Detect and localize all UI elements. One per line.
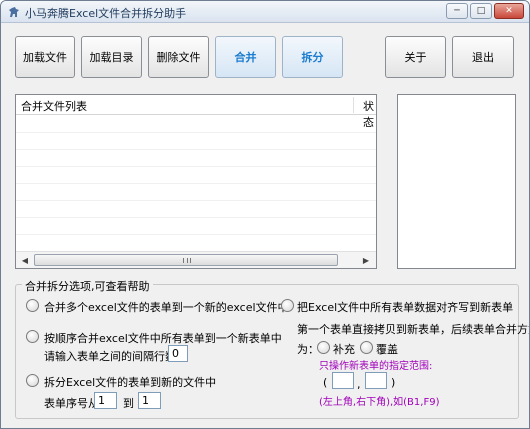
minimize-button[interactable]: ─	[446, 3, 468, 19]
row-gridline	[16, 234, 376, 235]
horizontal-scrollbar[interactable]: ◀ ▶	[16, 251, 376, 268]
range-hint: 只操作新表单的指定范围:	[319, 361, 433, 372]
gap-rows-label: 请输入表单之间的间隔行数	[44, 350, 176, 363]
sheet-to-input[interactable]: 1	[138, 392, 161, 409]
about-button[interactable]: 关于	[385, 36, 446, 78]
app-horse-icon	[9, 7, 19, 17]
sheet-from-input[interactable]: 1	[94, 392, 117, 409]
option-merge-to-file-label[interactable]: 合并多个excel文件的表单到一个新的excel文件中	[44, 299, 289, 315]
window-title: 小马奔腾Excel文件合并拆分助手	[25, 7, 187, 20]
range-close-paren: )	[391, 376, 396, 389]
sheet-from-label: 表单序号从	[44, 397, 99, 410]
split-button[interactable]: 拆分	[282, 36, 343, 78]
main-window: 小马奔腾Excel文件合并拆分助手 ─ □ ✕ 加载文件 加载目录 删除文件 合…	[0, 0, 530, 429]
row-gridline	[16, 217, 376, 218]
row-gridline	[16, 166, 376, 167]
option-split-radio[interactable]	[26, 374, 39, 387]
options-group-title: 合并拆分选项,可查看帮助	[22, 278, 153, 294]
column-header-filename[interactable]: 合并文件列表	[21, 98, 87, 114]
mode-overwrite-label[interactable]: 覆盖	[376, 341, 398, 357]
range-end-input[interactable]	[365, 372, 387, 389]
option-merge-sequential-radio[interactable]	[26, 330, 39, 343]
scroll-left-icon[interactable]: ◀	[19, 254, 31, 266]
row-gridline	[16, 200, 376, 201]
grip-icon	[183, 258, 191, 263]
merge-button[interactable]: 合并	[215, 36, 276, 78]
close-button[interactable]: ✕	[494, 3, 524, 19]
option-merge-sequential-label[interactable]: 按顺序合并excel文件中所有表单到一个新表单中	[44, 330, 282, 346]
align-description: 第一个表单直接拷贝到新表单，后续表单合并方式	[297, 323, 530, 336]
range-comma: ,	[357, 378, 361, 391]
mode-fill-label[interactable]: 补充	[333, 341, 355, 357]
maximize-button[interactable]: □	[470, 3, 492, 19]
delete-file-button[interactable]: 删除文件	[148, 36, 209, 78]
option-split-label[interactable]: 拆分Excel文件的表单到新的文件中	[44, 374, 216, 390]
sheet-to-label: 到	[123, 397, 134, 410]
row-gridline	[16, 183, 376, 184]
column-separator	[353, 97, 354, 113]
row-gridline	[16, 132, 376, 133]
scrollbar-thumb[interactable]	[34, 254, 338, 266]
merge-file-list[interactable]: 合并文件列表 状态 ◀ ▶	[15, 94, 377, 269]
option-merge-to-file-radio[interactable]	[26, 299, 39, 312]
gap-rows-input[interactable]: 0	[168, 345, 188, 362]
column-header-status[interactable]: 状态	[363, 98, 376, 130]
range-open-paren: (	[323, 376, 328, 389]
range-start-input[interactable]	[332, 372, 354, 389]
scroll-right-icon[interactable]: ▶	[360, 254, 372, 266]
range-example: (左上角,右下角),如(B1,F9)	[319, 397, 440, 408]
row-gridline	[16, 149, 376, 150]
preview-panel	[397, 94, 516, 269]
mode-overwrite-radio[interactable]	[360, 341, 373, 354]
load-file-button[interactable]: 加载文件	[15, 36, 75, 78]
option-align-label[interactable]: 把Excel文件中所有表单数据对齐写到新表单	[297, 299, 513, 315]
exit-button[interactable]: 退出	[452, 36, 514, 78]
mode-fill-radio[interactable]	[317, 341, 330, 354]
option-align-radio[interactable]	[281, 299, 294, 312]
load-directory-button[interactable]: 加载目录	[81, 36, 142, 78]
title-bar[interactable]: 小马奔腾Excel文件合并拆分助手 ─ □ ✕	[1, 1, 529, 23]
mode-label: 为：	[297, 343, 319, 356]
list-header: 合并文件列表 状态	[16, 95, 376, 129]
